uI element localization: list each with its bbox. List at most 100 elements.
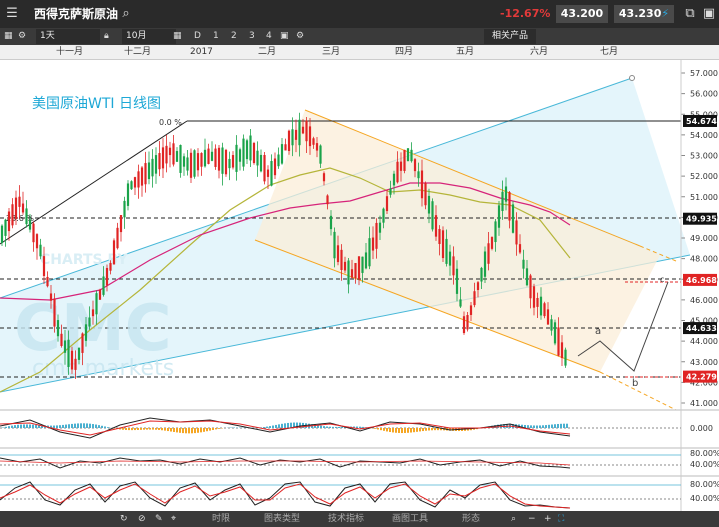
candle-body xyxy=(410,149,413,162)
macd-bar xyxy=(140,428,142,430)
price-tag: 49.935 xyxy=(683,212,717,225)
macd-bar xyxy=(320,425,322,428)
candle-body xyxy=(60,333,63,346)
zoom-out-icon[interactable]: − xyxy=(528,511,536,527)
candle-body xyxy=(466,315,469,330)
candle-body xyxy=(501,191,504,212)
macd-bar xyxy=(263,427,265,428)
candle-body xyxy=(123,200,126,218)
macd-bar xyxy=(437,428,439,431)
ind2-line xyxy=(0,457,571,469)
candle-body xyxy=(350,269,354,278)
macd-bar xyxy=(359,426,361,428)
bottom-toolbar: ↻ ⊘ ✎ ⌖ 时限 图表类型 技术指标 画图工具 形态 ⌕ − + ⛶ xyxy=(0,511,719,527)
fullscreen-icon[interactable]: ⛶ xyxy=(558,511,564,527)
fib-trendline xyxy=(0,120,188,245)
candle-body xyxy=(168,147,172,156)
macd-bar xyxy=(212,428,214,430)
candle-body xyxy=(95,293,98,315)
candle-body xyxy=(21,203,25,213)
macd-bar xyxy=(95,424,97,428)
macd-bar xyxy=(98,425,100,428)
price-tag: 46.968 xyxy=(683,273,717,286)
candle-body xyxy=(161,147,165,169)
macd-bar xyxy=(278,424,280,428)
macd-bar xyxy=(152,428,154,430)
bottom-item-patterns[interactable]: 形态 xyxy=(462,511,480,527)
candle-body xyxy=(291,129,294,146)
macd-bar xyxy=(335,426,337,428)
candle-body xyxy=(452,256,455,276)
macd-bar xyxy=(215,428,217,430)
macd-bar xyxy=(167,428,169,432)
candle-body xyxy=(525,268,529,286)
pencil-icon[interactable]: ✎ xyxy=(155,511,163,527)
candle-body xyxy=(46,276,49,287)
candle-body xyxy=(221,147,224,174)
macd-bar xyxy=(545,425,547,428)
candle-body xyxy=(158,153,161,170)
candle-body xyxy=(25,208,28,225)
candle-body xyxy=(242,138,245,167)
price-chart[interactable]: 0.0 % 23.6 % CHARTS BY CMC cmc markets 美… xyxy=(0,0,719,511)
zoom-in-icon[interactable]: + xyxy=(544,511,552,527)
candle-body xyxy=(424,183,427,206)
candle-body xyxy=(280,144,284,164)
candle-body xyxy=(532,286,536,308)
channel-handle[interactable] xyxy=(629,75,635,81)
candle-body xyxy=(438,228,441,244)
macd-bar xyxy=(80,423,82,428)
candle-body xyxy=(480,267,483,282)
candle-body xyxy=(385,196,389,212)
candle-body xyxy=(459,299,462,307)
macd-bar xyxy=(137,428,139,430)
candle-body xyxy=(130,181,133,190)
macd-bar xyxy=(272,425,274,428)
candle-body xyxy=(151,158,154,177)
macd-bar xyxy=(62,424,64,428)
wave-label-c: c xyxy=(660,275,664,284)
candle-body xyxy=(497,205,501,228)
macd-bar xyxy=(383,428,385,431)
bottom-item-indicators[interactable]: 技术指标 xyxy=(328,511,364,527)
macd-bar xyxy=(533,425,535,428)
bottom-item-drawing[interactable]: 画图工具 xyxy=(392,511,428,527)
macd-bar xyxy=(164,428,166,431)
candle-body xyxy=(4,219,7,236)
no-icon[interactable]: ⊘ xyxy=(138,511,146,527)
candle-body xyxy=(557,327,560,356)
macd-bar xyxy=(542,425,544,428)
candle-body xyxy=(371,237,375,251)
price-tick: 53.000 xyxy=(690,152,718,161)
candle-body xyxy=(116,227,119,249)
candle-body xyxy=(347,260,350,285)
macd-bar xyxy=(161,428,163,431)
macd-bar xyxy=(74,423,76,428)
candle-body xyxy=(420,170,424,199)
crosshair-icon[interactable]: ⌖ xyxy=(171,511,176,527)
macd-bar xyxy=(182,428,184,434)
candle-body xyxy=(417,171,420,179)
macd-bar xyxy=(539,425,541,428)
candle-body xyxy=(49,293,53,301)
macd-bar xyxy=(416,428,418,432)
candle-body xyxy=(53,298,56,327)
bottom-item-timeframe[interactable]: 时限 xyxy=(212,511,230,527)
candle-body xyxy=(67,339,70,367)
macd-bar xyxy=(551,424,553,428)
candle-body xyxy=(245,140,249,160)
macd-bar xyxy=(176,428,178,433)
refresh-icon[interactable]: ↻ xyxy=(120,511,128,527)
macd-bar xyxy=(77,423,79,428)
macd-bar xyxy=(191,428,193,434)
bottom-item-chart-type[interactable]: 图表类型 xyxy=(264,511,300,527)
candle-body xyxy=(32,223,35,243)
candle-body xyxy=(399,161,403,171)
macd-bar xyxy=(101,425,103,428)
candle-body xyxy=(312,138,315,145)
zoom-search-icon[interactable]: ⌕ xyxy=(511,511,516,527)
price-tick: 41.000 xyxy=(690,399,718,408)
price-tick: 57.000 xyxy=(690,69,718,78)
candle-body xyxy=(392,173,396,186)
candle-body xyxy=(182,156,186,167)
